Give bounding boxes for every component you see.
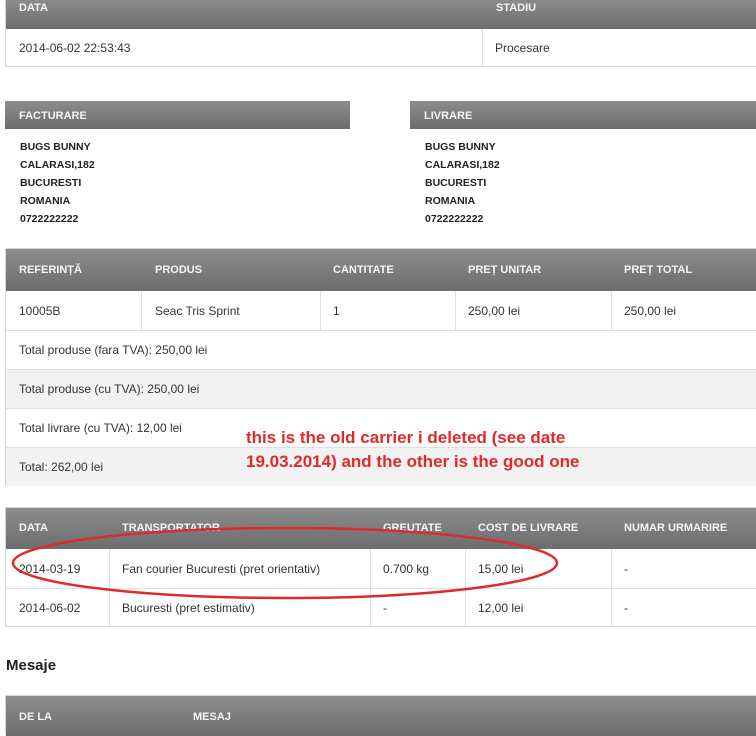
status-table: DATA STADIU 2014-06-02 22:53:43 Procesar… — [5, 0, 756, 67]
status-table-header: DATA STADIU — [6, 0, 756, 29]
carrier-name: Bucuresti (pret estimativ) — [122, 601, 255, 615]
carrier-weight: - — [383, 601, 387, 615]
delivery-address: BUGS BUNNY CALARASI,182 BUCURESTI ROMANI… — [425, 141, 500, 225]
carrier-cost: 15,00 lei — [478, 562, 524, 576]
col-header-numar-urmarire: NUMAR URMARIRE — [624, 522, 728, 534]
total-products-with-vat: Total produse (cu TVA): 250,00 lei — [6, 370, 756, 408]
col-header-cost: COST DE LIVRARE — [478, 522, 579, 534]
carrier-date: 2014-03-19 — [19, 562, 81, 576]
col-header-stadiu: STADIU — [496, 2, 537, 14]
carrier-name: Fan courier Bucuresti (pret orientativ) — [122, 562, 321, 576]
delivery-header: LIVRARE — [410, 101, 756, 129]
carrier-tracking: - — [624, 601, 628, 615]
carrier-tracking: - — [624, 562, 628, 576]
carriers-table-header: DATA TRANSPORTATOR GREUTATE COST DE LIVR… — [6, 508, 756, 549]
total-products-no-vat: Total produse (fara TVA): 250,00 lei — [6, 331, 756, 369]
col-header-mesaj: MESAJ — [193, 711, 231, 723]
messages-table-header: DE LA MESAJ — [6, 696, 756, 736]
col-header-transportator: TRANSPORTATOR — [122, 522, 220, 534]
messages-table: DE LA MESAJ — [5, 695, 756, 736]
order-date: 2014-06-02 22:53:43 — [19, 41, 131, 55]
annotation-note: this is the old carrier i deleted (see d… — [246, 428, 580, 471]
product-unit-price: 250,00 lei — [468, 304, 521, 318]
col-header-referinta: REFERINȚĂ — [19, 264, 82, 276]
product-quantity: 1 — [333, 304, 340, 318]
col-header-produs: PRODUS — [155, 264, 203, 276]
col-header-data: DATA — [19, 522, 48, 534]
col-header-cantitate: CANTITATE — [333, 264, 394, 276]
col-header-greutate: GREUTATE — [383, 522, 442, 534]
product-name: Seac Tris Sprint — [155, 304, 240, 318]
messages-title: Mesaje — [6, 657, 57, 674]
order-status: Procesare — [495, 41, 550, 55]
carrier-date: 2014-06-02 — [19, 601, 81, 615]
col-header-de-la: DE LA — [19, 711, 52, 723]
col-header-pret-unitar: PREȚ UNITAR — [468, 264, 542, 276]
carrier-weight: 0.700 kg — [383, 562, 430, 576]
carrier-cost: 12,00 lei — [478, 601, 524, 615]
col-header-pret-total: PREȚ TOTAL — [624, 264, 693, 276]
product-total-price: 250,00 lei — [624, 304, 677, 318]
product-reference: 10005B — [19, 304, 61, 318]
products-table-header: REFERINȚĂ PRODUS CANTITATE PREȚ UNITAR P… — [6, 249, 756, 291]
carriers-table: DATA TRANSPORTATOR GREUTATE COST DE LIVR… — [5, 507, 756, 627]
billing-address: BUGS BUNNY CALARASI,182 BUCURESTI ROMANI… — [20, 141, 95, 225]
col-header-data: DATA — [19, 2, 48, 14]
billing-header: FACTURARE — [5, 101, 350, 129]
